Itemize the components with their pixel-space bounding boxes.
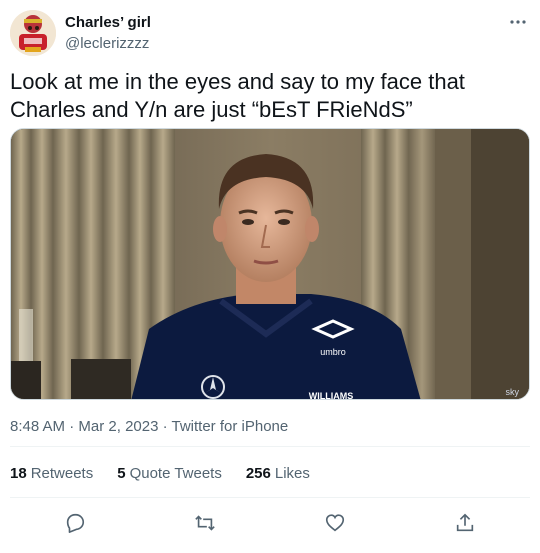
like-button[interactable] bbox=[315, 503, 355, 543]
reply-icon bbox=[66, 513, 85, 533]
retweets-count: 18 bbox=[10, 465, 27, 482]
tweet-meta: 8:48 AM · Mar 2, 2023 · Twitter for iPho… bbox=[10, 418, 288, 435]
more-options-button[interactable] bbox=[506, 10, 530, 34]
share-icon bbox=[456, 513, 474, 532]
author-display-name[interactable]: Charles’ girl bbox=[65, 14, 151, 31]
reply-button[interactable] bbox=[55, 503, 95, 543]
tweet-header: Charles’ girl @leclerizzzz bbox=[10, 10, 530, 58]
divider-top bbox=[10, 446, 530, 447]
quote-tweets-stat[interactable]: 5 Quote Tweets bbox=[117, 465, 222, 482]
author-handle[interactable]: @leclerizzzz bbox=[65, 35, 149, 52]
avatar[interactable] bbox=[10, 10, 56, 56]
tweet-date[interactable]: Mar 2, 2023 bbox=[78, 418, 158, 435]
tweet-stats: 18 Retweets 5 Quote Tweets 256 Likes bbox=[10, 465, 310, 482]
likes-label: Likes bbox=[274, 465, 310, 482]
retweets-stat[interactable]: 18 Retweets bbox=[10, 465, 93, 482]
quotes-count: 5 bbox=[117, 465, 126, 482]
meta-separator-2: · bbox=[158, 418, 172, 435]
corner-logo-text: sky bbox=[506, 387, 520, 397]
likes-stat[interactable]: 256 Likes bbox=[246, 465, 310, 482]
retweet-button[interactable] bbox=[185, 503, 225, 543]
tweet-photo[interactable]: umbro WILLIAMS sky bbox=[10, 128, 530, 400]
share-button[interactable] bbox=[445, 503, 485, 543]
meta-separator-1: · bbox=[65, 418, 79, 435]
tweet-time[interactable]: 8:48 AM bbox=[10, 418, 65, 435]
retweet-icon bbox=[195, 515, 215, 531]
shirt-brand-text: umbro bbox=[320, 347, 346, 357]
quotes-label: Quote Tweets bbox=[129, 465, 222, 482]
shirt-sponsor-text: WILLIAMS bbox=[309, 391, 354, 400]
avatar-image bbox=[10, 10, 56, 56]
tweet-source[interactable]: Twitter for iPhone bbox=[172, 418, 289, 435]
photo-image: umbro WILLIAMS sky bbox=[11, 129, 529, 400]
retweets-label: Retweets bbox=[30, 465, 94, 482]
likes-count: 256 bbox=[245, 465, 271, 482]
tweet-actions bbox=[10, 503, 530, 543]
divider-bottom bbox=[10, 497, 530, 498]
tweet-text: Look at me in the eyes and say to my fac… bbox=[10, 69, 465, 122]
more-dots-icon bbox=[510, 20, 526, 24]
heart-icon bbox=[325, 514, 345, 532]
